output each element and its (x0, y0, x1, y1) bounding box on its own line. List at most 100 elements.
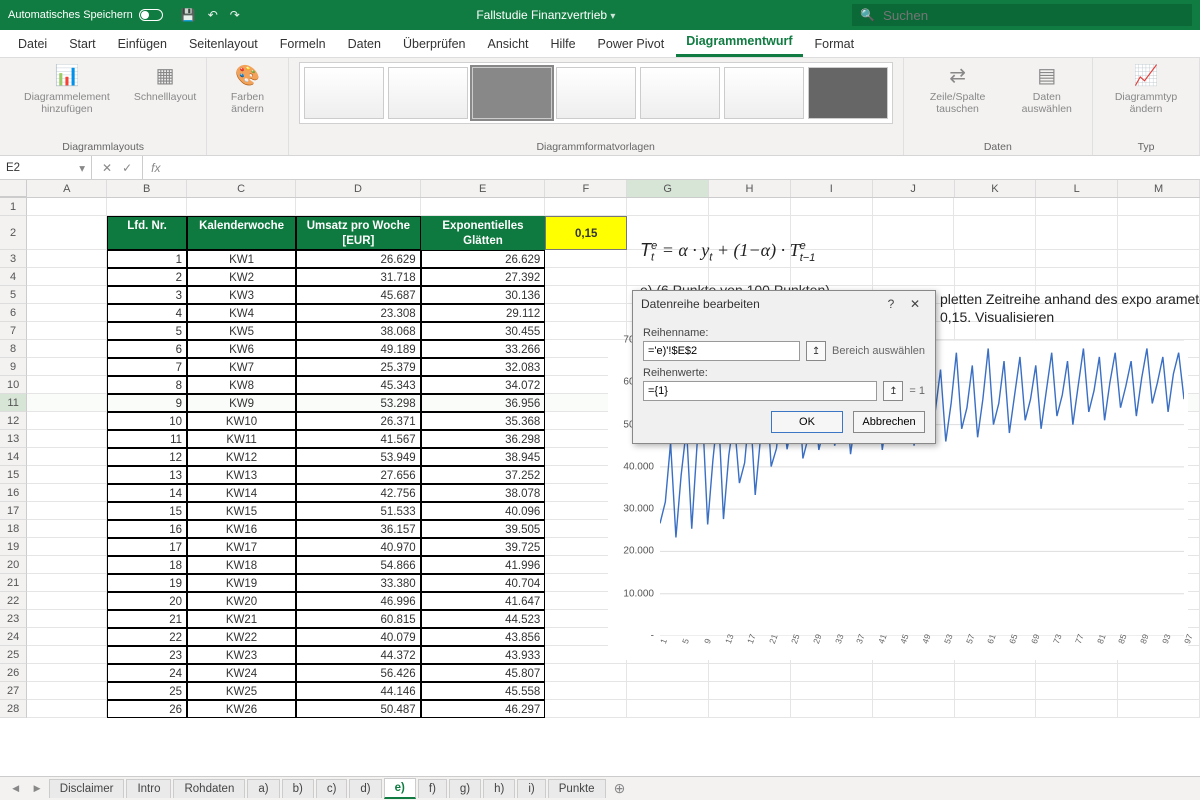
cell[interactable] (709, 664, 791, 682)
cell[interactable] (1036, 216, 1118, 250)
sheet-tab[interactable]: g) (449, 779, 481, 798)
table-cell[interactable]: 38.078 (421, 484, 546, 502)
table-cell[interactable]: 26.629 (296, 250, 421, 268)
cell[interactable] (107, 198, 187, 216)
row-header[interactable]: 22 (0, 592, 27, 610)
cell[interactable] (627, 682, 709, 700)
cell[interactable] (1036, 682, 1118, 700)
cell[interactable] (955, 250, 1037, 268)
style-thumb[interactable] (388, 67, 468, 119)
cell[interactable] (27, 574, 107, 592)
table-cell[interactable]: 26.371 (296, 412, 421, 430)
cell[interactable] (709, 198, 791, 216)
table-cell[interactable]: 43.856 (421, 628, 546, 646)
cell[interactable] (873, 268, 955, 286)
cell[interactable] (545, 286, 627, 304)
row-header[interactable]: 17 (0, 502, 27, 520)
cancel-formula-icon[interactable]: ✕ (102, 161, 112, 175)
table-cell[interactable]: 36.298 (421, 430, 546, 448)
cell[interactable] (421, 198, 546, 216)
table-cell[interactable]: 41.567 (296, 430, 421, 448)
cell[interactable] (954, 198, 1036, 216)
table-cell[interactable]: 40.970 (296, 538, 421, 556)
autosave-toggle[interactable]: Automatisches Speichern (8, 9, 163, 21)
table-cell[interactable]: 45.687 (296, 286, 421, 304)
table-cell[interactable]: 20 (107, 592, 187, 610)
table-cell[interactable]: 44.523 (421, 610, 546, 628)
cell[interactable] (27, 216, 107, 250)
change-chart-type-button[interactable]: 📈 Diagrammtyp ändern (1103, 62, 1189, 115)
cell[interactable] (873, 664, 955, 682)
table-cell[interactable]: 21 (107, 610, 187, 628)
chart-styles-gallery[interactable] (299, 62, 893, 124)
sheet-tab[interactable]: a) (247, 779, 279, 798)
table-cell[interactable]: 24 (107, 664, 187, 682)
row-header[interactable]: 26 (0, 664, 27, 682)
cell[interactable] (27, 286, 107, 304)
cell[interactable] (27, 448, 107, 466)
column-header[interactable]: I (791, 180, 873, 197)
table-cell[interactable]: KW2 (187, 268, 296, 286)
cell[interactable] (545, 250, 627, 268)
row-header[interactable]: 6 (0, 304, 27, 322)
ribbon-tab-ansicht[interactable]: Ansicht (478, 31, 539, 57)
style-thumb[interactable] (808, 67, 888, 119)
cell[interactable] (545, 700, 627, 718)
row-header[interactable]: 28 (0, 700, 27, 718)
column-header[interactable]: B (107, 180, 187, 197)
table-cell[interactable]: 22 (107, 628, 187, 646)
table-cell[interactable]: 23.308 (296, 304, 421, 322)
table-cell[interactable]: 8 (107, 376, 187, 394)
table-cell[interactable]: 30.455 (421, 322, 546, 340)
table-cell[interactable]: 43.933 (421, 646, 546, 664)
table-cell[interactable]: KW5 (187, 322, 296, 340)
row-header[interactable]: 24 (0, 628, 27, 646)
ribbon-tab-daten[interactable]: Daten (338, 31, 391, 57)
table-header[interactable]: Lfd. Nr. (107, 216, 187, 250)
cell[interactable] (873, 250, 955, 268)
table-cell[interactable]: 30.136 (421, 286, 546, 304)
table-cell[interactable]: 4 (107, 304, 187, 322)
table-cell[interactable]: KW17 (187, 538, 296, 556)
row-header[interactable]: 27 (0, 682, 27, 700)
row-header[interactable]: 21 (0, 574, 27, 592)
switch-row-col-button[interactable]: ⇄ Zeile/Spalte tauschen (914, 62, 1002, 115)
accept-formula-icon[interactable]: ✓ (122, 161, 132, 175)
table-cell[interactable]: KW25 (187, 682, 296, 700)
table-cell[interactable]: KW8 (187, 376, 296, 394)
range-picker-button[interactable]: ↥ (806, 341, 826, 361)
cell[interactable] (545, 322, 627, 340)
cell[interactable] (27, 700, 107, 718)
cell[interactable] (1118, 268, 1200, 286)
table-cell[interactable]: 25.379 (296, 358, 421, 376)
ribbon-tab-datei[interactable]: Datei (8, 31, 57, 57)
table-cell[interactable]: 19 (107, 574, 187, 592)
table-cell[interactable]: 50.487 (296, 700, 421, 718)
cell[interactable] (1036, 250, 1118, 268)
table-cell[interactable]: 39.725 (421, 538, 546, 556)
cell[interactable] (627, 700, 709, 718)
table-header[interactable]: Kalenderwoche (187, 216, 296, 250)
table-cell[interactable]: 54.866 (296, 556, 421, 574)
sheet-tab[interactable]: h) (483, 779, 515, 798)
sheet-nav-next[interactable]: ► (27, 783, 46, 795)
alpha-cell[interactable]: 0,15 (545, 216, 627, 250)
column-header[interactable]: F (545, 180, 627, 197)
column-header[interactable]: G (627, 180, 709, 197)
table-cell[interactable]: 2 (107, 268, 187, 286)
cell[interactable] (27, 502, 107, 520)
table-cell[interactable]: 9 (107, 394, 187, 412)
ribbon-tab-seitenlayout[interactable]: Seitenlayout (179, 31, 268, 57)
row-header[interactable]: 16 (0, 484, 27, 502)
table-cell[interactable]: 15 (107, 502, 187, 520)
cell[interactable] (709, 700, 791, 718)
table-cell[interactable]: 29.112 (421, 304, 546, 322)
style-thumb[interactable] (724, 67, 804, 119)
table-cell[interactable]: 18 (107, 556, 187, 574)
cell[interactable] (27, 430, 107, 448)
row-header[interactable]: 23 (0, 610, 27, 628)
cell[interactable] (27, 394, 107, 412)
ribbon-tab-power pivot[interactable]: Power Pivot (588, 31, 675, 57)
ribbon-tab-start[interactable]: Start (59, 31, 105, 57)
cell[interactable] (27, 556, 107, 574)
